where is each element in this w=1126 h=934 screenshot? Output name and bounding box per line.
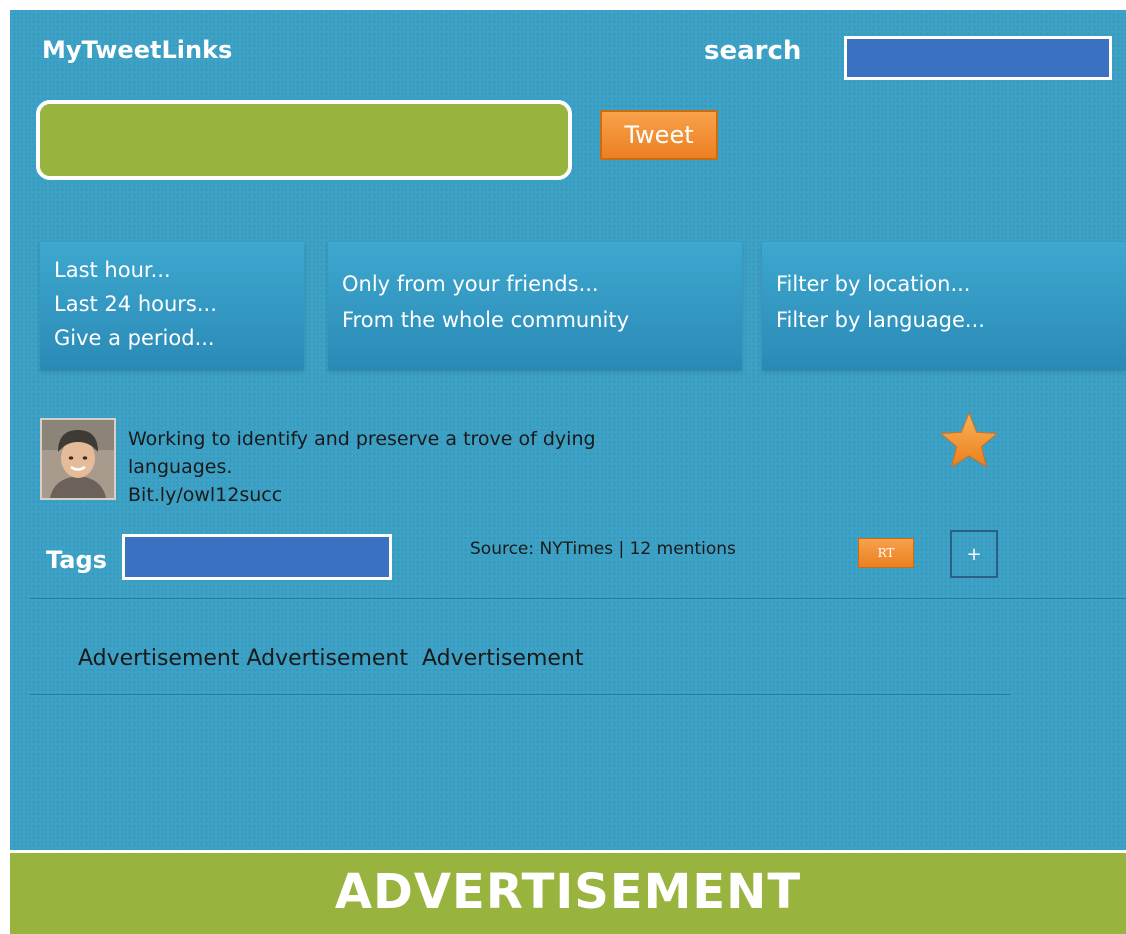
filter-give-period[interactable]: Give a period...	[54, 326, 215, 350]
filter-last-24-hours[interactable]: Last 24 hours...	[54, 292, 217, 316]
tweet-text-line-2: languages.	[128, 456, 233, 478]
favorite-star-shape	[939, 411, 999, 468]
add-button[interactable]: +	[950, 530, 998, 578]
tags-input[interactable]	[122, 534, 392, 580]
advertisement-banner-text: ADVERTISEMENT	[334, 864, 802, 920]
location-language-filter-panel: Filter by location... Filter by language…	[762, 242, 1126, 370]
filter-whole-community[interactable]: From the whole community	[342, 308, 629, 332]
tweet-text-line-1: Working to identify and preserve a trove…	[128, 428, 596, 450]
divider	[30, 694, 1010, 695]
source-mentions: Source: NYTimes | 12 mentions	[470, 539, 736, 559]
time-filter-panel: Last hour... Last 24 hours... Give a per…	[40, 242, 304, 370]
tags-label: Tags	[46, 546, 107, 574]
app-canvas: MyTweetLinks search Tweet Last hour... L…	[10, 10, 1126, 934]
tweet-button[interactable]: Tweet	[600, 110, 718, 160]
search-label: search	[704, 36, 802, 66]
filter-friends-only[interactable]: Only from your friends...	[342, 272, 599, 296]
inline-advertisement[interactable]: Advertisement Advertisement Advertisemen…	[78, 646, 583, 671]
search-input[interactable]	[844, 36, 1112, 80]
filter-by-language[interactable]: Filter by language...	[776, 308, 985, 332]
scope-filter-panel: Only from your friends... From the whole…	[328, 242, 742, 370]
avatar-image	[42, 420, 114, 498]
star-icon[interactable]	[938, 410, 1000, 472]
filter-by-location[interactable]: Filter by location...	[776, 272, 970, 296]
tweet-compose-input[interactable]	[36, 100, 572, 180]
avatar[interactable]	[40, 418, 116, 500]
divider	[30, 598, 1126, 599]
app-title: MyTweetLinks	[42, 36, 233, 64]
filter-last-hour[interactable]: Last hour...	[54, 258, 171, 282]
tweet-link[interactable]: Bit.ly/owl12succ	[128, 484, 282, 506]
retweet-button[interactable]: RT	[858, 538, 914, 568]
advertisement-banner[interactable]: ADVERTISEMENT	[10, 850, 1126, 934]
